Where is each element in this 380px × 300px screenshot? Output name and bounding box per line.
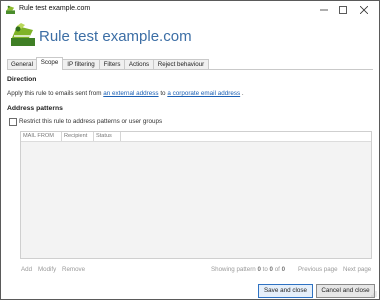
pager-to-word: to <box>262 266 268 273</box>
rule-logo-icon <box>11 23 35 46</box>
add-link[interactable]: Add <box>21 266 32 273</box>
maximize-icon <box>339 5 347 14</box>
direction-suffix: . <box>241 90 244 97</box>
column-mail-from[interactable]: MAIL FROM <box>21 132 62 141</box>
pager-status: Showing pattern 0 to 0 of 0 <box>211 266 285 273</box>
resize-grip-icon[interactable] <box>371 291 377 297</box>
restrict-checkbox-label: Restrict this rule to address patterns o… <box>19 118 163 125</box>
patterns-table: MAIL FROM Recipient Status <box>20 131 372 259</box>
column-status[interactable]: Status <box>94 132 121 141</box>
direction-to-word: to <box>160 90 166 97</box>
address-patterns-heading: Address patterns <box>7 105 63 112</box>
modify-link[interactable]: Modify <box>38 266 56 273</box>
restrict-checkbox[interactable] <box>9 118 17 126</box>
pager-prefix: Showing pattern <box>211 266 256 273</box>
direction-heading: Direction <box>7 76 37 83</box>
direction-prefix: Apply this rule to emails sent from <box>7 90 102 97</box>
dialog-header: Rule test example.com <box>1 18 379 54</box>
cancel-and-close-button[interactable]: Cancel and close <box>316 284 375 298</box>
close-button[interactable] <box>355 3 373 16</box>
minimize-icon <box>320 9 328 11</box>
from-address-link[interactable]: an external address <box>103 90 158 97</box>
close-icon <box>359 5 369 14</box>
pager-total: 0 <box>281 266 286 273</box>
next-page-link[interactable]: Next page <box>343 266 371 273</box>
to-address-link[interactable]: a corporate email address <box>167 90 240 97</box>
column-recipient[interactable]: Recipient <box>62 132 94 141</box>
maximize-button[interactable] <box>334 3 352 16</box>
pager-from: 0 <box>257 266 261 273</box>
direction-sentence: Apply this rule to emails sent from an e… <box>7 90 244 97</box>
minimize-button[interactable] <box>315 3 333 16</box>
pager-to: 0 <box>269 266 273 273</box>
remove-link[interactable]: Remove <box>62 266 85 273</box>
save-and-close-button[interactable]: Save and close <box>258 284 313 298</box>
window-title: Rule test example.com <box>19 5 91 12</box>
scope-panel: Direction Apply this rule to emails sent… <box>7 69 373 277</box>
dialog-window: Rule test example.com Rule test example.… <box>0 0 380 300</box>
table-header: MAIL FROM Recipient Status <box>21 132 371 142</box>
pager-of-word: of <box>274 266 280 273</box>
title-bar: Rule test example.com <box>1 1 379 18</box>
previous-page-link[interactable]: Previous page <box>298 266 338 273</box>
page-title: Rule test example.com <box>39 28 192 45</box>
tab-scope[interactable]: Scope <box>36 57 63 70</box>
app-icon <box>6 5 15 14</box>
